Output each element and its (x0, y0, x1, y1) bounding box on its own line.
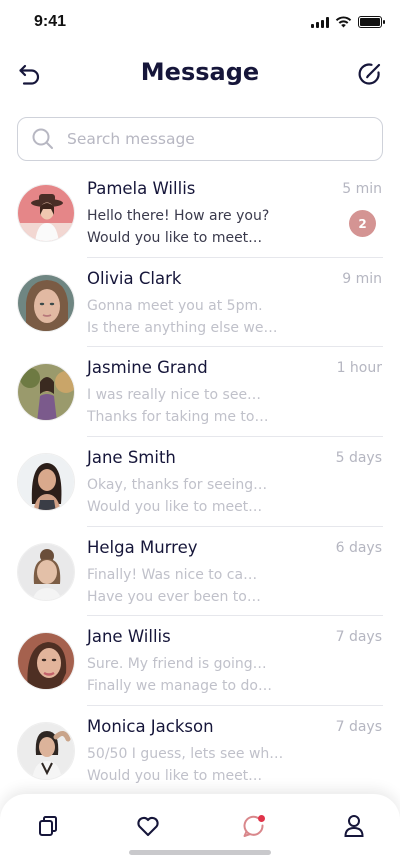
avatar (17, 363, 75, 422)
wifi-icon (335, 16, 352, 28)
avatar (17, 184, 75, 242)
avatar (17, 542, 75, 601)
message-preview-line: Would you like to meet… (87, 230, 263, 246)
unread-badge: 2 (349, 210, 376, 237)
contact-name: Jane Willis (87, 627, 171, 647)
heart-icon (137, 816, 159, 837)
signal-icon (311, 16, 329, 28)
tab-copy[interactable] (34, 812, 62, 840)
chat-icon (243, 815, 265, 837)
conversation-item[interactable]: Jane Willis 7 days Sure. My friend is go… (0, 616, 400, 707)
message-preview-line: Have you ever been to… (87, 588, 261, 605)
message-time: 7 days (335, 719, 382, 736)
message-preview-line: Is there anything else we… (87, 319, 278, 336)
conversation-item[interactable]: Jane Smith 5 days Okay, thanks for seein… (0, 437, 400, 527)
conversation-item[interactable]: Jasmine Grand 1 hour I was really nice t… (0, 347, 400, 438)
compose-button[interactable] (356, 60, 384, 88)
message-preview-line: Sure. My friend is going… (87, 656, 267, 673)
message-preview-line: Gonna meet you at 5pm. (87, 297, 263, 314)
avatar (17, 453, 75, 512)
message-time: 6 days (335, 539, 382, 556)
search-icon (32, 128, 53, 149)
battery-icon (358, 16, 385, 28)
copy-icon (39, 816, 57, 836)
search-bar[interactable] (17, 117, 383, 161)
tab-profile[interactable] (340, 812, 368, 840)
message-preview-line: Thanks for taking me to… (87, 409, 269, 426)
home-indicator (129, 850, 271, 855)
edit-icon (358, 63, 381, 85)
conversation-item[interactable]: Monica Jackson 7 days 50/50 I guess, let… (0, 706, 400, 796)
contact-name: Helga Murrey (87, 537, 198, 557)
message-preview-line: Would you like to meet… (87, 768, 263, 785)
message-preview-line: Hello there! How are you? (87, 208, 270, 224)
message-time: 5 days (335, 450, 382, 467)
conversation-item[interactable]: Pamela Willis 5 min Hello there! How are… (0, 168, 400, 258)
avatar (17, 273, 75, 332)
tab-favorites[interactable] (134, 812, 162, 840)
avatar (17, 722, 75, 781)
conversation-item[interactable]: Helga Murrey 6 days Finally! Was nice to… (0, 527, 400, 617)
contact-name: Monica Jackson (87, 717, 214, 737)
status-time: 9:41 (34, 13, 67, 30)
contact-name: Jane Smith (87, 448, 176, 468)
contact-name: Pamela Willis (87, 179, 196, 198)
contact-name: Jasmine Grand (87, 358, 208, 378)
message-preview-line: 50/50 I guess, lets see wh… (87, 746, 284, 763)
message-preview-line: Would you like to meet… (87, 499, 263, 516)
contact-name: Olivia Clark (87, 268, 182, 288)
status-bar: 9:41 (0, 0, 400, 46)
bottom-tab-bar (0, 794, 400, 865)
message-time: 1 hour (336, 360, 382, 377)
message-preview-line: Okay, thanks for seeing… (87, 477, 268, 494)
message-preview-line: Finally we manage to do… (87, 678, 272, 695)
conversation-list: Pamela Willis 5 min Hello there! How are… (0, 168, 400, 796)
search-input[interactable] (67, 130, 357, 148)
message-preview-line: Finally! Was nice to ca… (87, 566, 258, 583)
header: Message (0, 50, 400, 100)
message-time: 5 min (342, 181, 382, 197)
message-time: 7 days (335, 629, 382, 646)
tab-messages[interactable] (240, 812, 268, 840)
message-time: 9 min (342, 270, 382, 287)
avatar (17, 632, 75, 691)
profile-icon (344, 815, 364, 837)
status-icons (311, 16, 385, 28)
page-title: Message (140, 58, 260, 86)
message-preview-line: I was really nice to see… (87, 387, 262, 404)
conversation-item[interactable]: Olivia Clark 9 min Gonna meet you at 5pm… (0, 258, 400, 348)
